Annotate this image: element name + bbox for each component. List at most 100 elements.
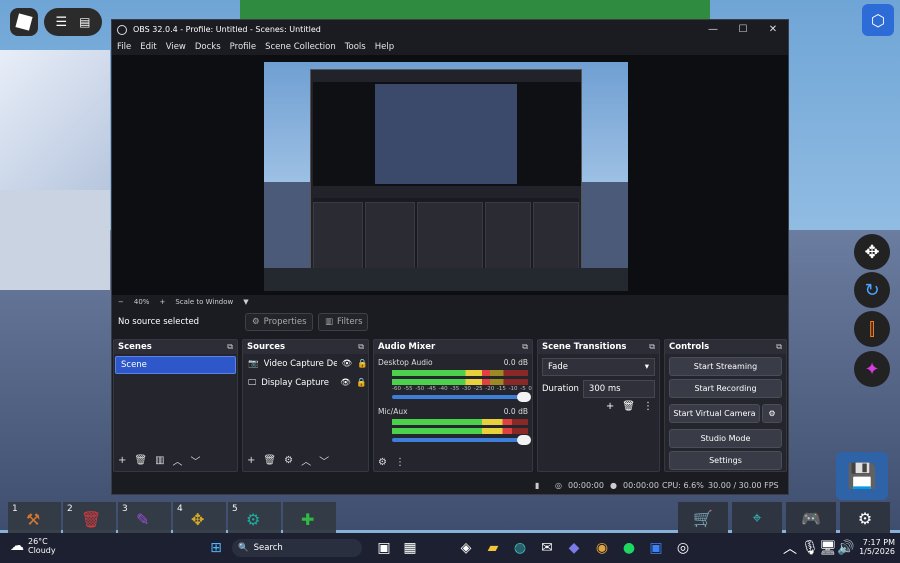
task-view-icon[interactable]: ▣ [374,538,394,558]
hotbar-slot-3[interactable]: 3 ✎ [118,502,171,534]
trash-icon[interactable]: 🗑 [622,401,635,412]
source-name: Video Capture Dev [263,358,337,369]
roblox-studio-icon[interactable]: ⬡ [862,4,894,36]
settings-button[interactable]: Settings [669,451,782,470]
lock-icon[interactable]: 🔒 [357,359,368,369]
add-icon[interactable]: + [118,455,126,466]
studio-mode-button[interactable]: Studio Mode [669,429,782,448]
settings-button[interactable]: ⚙ [840,502,890,534]
hotbar-slot-2[interactable]: 2 🗑 [63,502,116,534]
start-recording-button[interactable]: Start Recording [669,379,782,398]
menu-scene-collection[interactable]: Scene Collection [265,42,336,52]
menu-file[interactable]: File [117,42,131,52]
trash-icon[interactable]: 🗑 [134,455,147,466]
scene-item[interactable]: Scene [115,356,236,374]
lock-icon[interactable]: 🔒 [356,378,367,388]
float-dock-icon[interactable]: ⧉ [522,342,528,352]
minimize-button[interactable]: — [698,20,728,39]
eye-icon[interactable]: 👁 [340,378,351,388]
folder-icon[interactable]: ▰ [483,538,503,558]
roblox-menu-button[interactable] [10,8,38,36]
add-icon[interactable]: + [247,455,255,466]
chevron-up-icon[interactable]: ︿ [173,453,183,468]
menu-edit[interactable]: Edit [140,42,156,52]
location-button[interactable]: ⌖ [732,502,782,534]
edge-icon[interactable]: ◍ [510,538,530,558]
chevron-up-icon[interactable]: ︿ [301,453,311,468]
chevron-up-icon[interactable]: ︿ [780,538,800,558]
side-tool-3[interactable]: ⫿ [854,311,890,347]
hotbar-slot-6[interactable]: ✚ [283,502,336,534]
start-streaming-button[interactable]: Start Streaming [669,357,782,376]
chat-icon[interactable]: ▤ [79,15,90,29]
filter-icon[interactable]: ▥ [155,455,164,466]
close-button[interactable]: ✕ [758,20,788,39]
menu-profile[interactable]: Profile [230,42,256,52]
hotbar-slot-5[interactable]: 5 ⚙ [228,502,281,534]
preview-canvas[interactable] [112,55,788,295]
obs-taskbar-icon[interactable]: ◎ [673,538,693,558]
eye-icon[interactable]: 👁 [342,359,353,369]
widgets-icon[interactable]: ▦ [400,538,420,558]
properties-button[interactable]: ⚙ Properties [245,313,313,331]
chevron-down-icon[interactable]: ▼ [243,298,248,306]
roblox-hamburger-chat[interactable]: ☰ ▤ [44,8,102,36]
source-item[interactable]: 📷 Video Capture Dev 👁 🔒 [243,354,368,373]
transition-select[interactable]: Fade ▾ [542,358,655,376]
channel-name: Mic/Aux [378,407,408,416]
maximize-button[interactable]: ☐ [728,20,758,39]
mail-icon[interactable]: ✉ [537,538,557,558]
more-icon[interactable]: ⋮ [643,401,653,412]
float-dock-icon[interactable]: ⧉ [649,342,655,352]
fader-knob[interactable] [517,392,531,402]
chevron-down-icon[interactable]: ﹀ [319,453,329,468]
menu-docks[interactable]: Docks [195,42,221,52]
copilot-icon[interactable]: ◈ [456,538,476,558]
float-dock-icon[interactable]: ⧉ [227,342,233,352]
teams-icon[interactable]: ◆ [564,538,584,558]
gear-icon[interactable]: ⚙ [284,455,293,466]
start-virtual-camera-button[interactable]: Start Virtual Camera [669,404,760,423]
stream-icon: ◎ [555,480,562,490]
hamburger-icon[interactable]: ☰ [56,15,68,30]
side-tool-2[interactable]: ↻ [854,272,890,308]
source-item[interactable]: 🖵 Display Capture 👁 🔒 [243,373,368,392]
side-tool-1[interactable]: ✥ [854,234,890,270]
chrome-icon[interactable]: ◉ [592,538,612,558]
more-icon[interactable]: ⋮ [395,457,405,468]
float-dock-icon[interactable]: ⧉ [358,342,364,352]
volume-fader[interactable] [392,435,531,445]
spotify-icon[interactable]: ● [619,538,639,558]
gamepad-button[interactable]: 🎮 [786,502,836,534]
trash-icon[interactable]: 🗑 [263,455,276,466]
menu-tools[interactable]: Tools [345,42,366,52]
hotbar-slot-4[interactable]: 4 ✥ [173,502,226,534]
menu-view[interactable]: View [166,42,186,52]
filters-button[interactable]: ▥ Filters [318,313,368,331]
volume-fader[interactable] [392,392,531,402]
network-icon[interactable]: 🖥 [818,538,838,558]
virtual-camera-settings-button[interactable]: ⚙ [762,404,782,423]
windows-start-icon[interactable]: ⊞ [206,538,226,558]
chevron-down-icon[interactable]: ﹀ [191,453,201,468]
meter-level [392,419,512,425]
fader-knob[interactable] [517,435,531,445]
side-tool-4[interactable]: ✦ [854,351,890,387]
taskbar-search[interactable]: 🔍 Search [232,539,362,557]
duration-input[interactable]: 300 ms [582,380,655,398]
clock[interactable]: 7:17 PM 1/5/2026 [855,538,895,556]
float-dock-icon[interactable]: ⧉ [776,342,782,352]
add-icon[interactable]: + [606,401,614,412]
menu-help[interactable]: Help [375,42,394,52]
save-button[interactable]: 💾 [836,452,888,500]
zoom-in-button[interactable]: + [159,298,165,306]
roblox-studio-taskbar-icon[interactable]: ▣ [646,538,666,558]
cart-button[interactable]: 🛒 [678,502,728,534]
gear-icon[interactable]: ⚙ [378,457,387,468]
volume-icon[interactable]: 🔊 [836,538,856,558]
zoom-out-button[interactable]: − [118,298,124,306]
hotbar-slot-1[interactable]: 1 ⚒ [8,502,61,534]
microphone-icon[interactable]: 🎙 [800,538,820,558]
stream-time: 00:00:00 [568,480,604,490]
weather-widget[interactable]: ☁ 26°C Cloudy [10,537,56,555]
